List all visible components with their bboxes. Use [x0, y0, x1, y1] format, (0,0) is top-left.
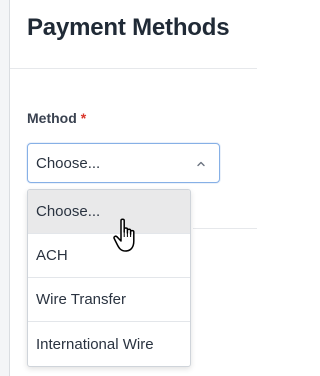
option-label: Wire Transfer	[36, 291, 127, 308]
method-select[interactable]: Choose...	[27, 143, 220, 183]
option-choose[interactable]: Choose...	[28, 190, 190, 234]
option-ach[interactable]: ACH	[28, 234, 190, 278]
chevron-up-icon	[197, 161, 205, 167]
method-field-label: Method *	[27, 110, 86, 126]
required-marker: *	[80, 110, 87, 126]
method-dropdown-list: Choose... ACH Wire Transfer Internationa…	[27, 189, 191, 367]
option-wire-transfer[interactable]: Wire Transfer	[28, 278, 190, 322]
method-select-value: Choose...	[36, 155, 101, 172]
section-divider	[193, 228, 257, 229]
page-title: Payment Methods	[27, 14, 230, 41]
left-panel-edge	[0, 0, 10, 376]
option-label: ACH	[36, 247, 68, 264]
page-header: Payment Methods	[10, 0, 257, 69]
method-label-text: Method	[27, 110, 77, 126]
option-international-wire[interactable]: International Wire	[28, 322, 190, 366]
option-label: Choose...	[36, 203, 101, 220]
option-label: International Wire	[36, 335, 154, 353]
